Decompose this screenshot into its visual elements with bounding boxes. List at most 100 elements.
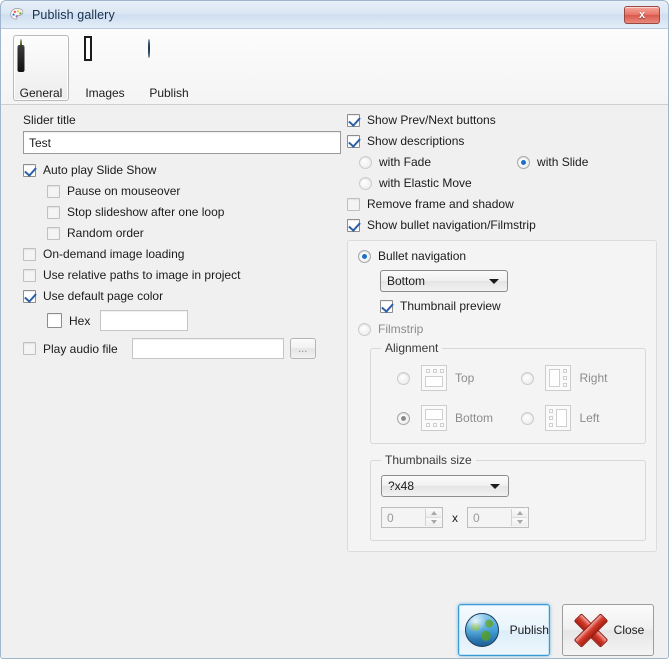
hex-input[interactable] — [100, 310, 189, 331]
remove-frame-row[interactable]: Remove frame and shadow — [347, 197, 657, 211]
publish-button-label: Publish — [509, 623, 549, 637]
play-audio-checkbox[interactable] — [23, 342, 36, 355]
spin-down-icon[interactable] — [426, 518, 441, 526]
thumbnail-preview-checkbox[interactable] — [380, 299, 393, 313]
auto-play-checkbox[interactable] — [23, 163, 36, 177]
tab-general-label: General — [19, 86, 63, 100]
thumb-width-spin-buttons[interactable] — [425, 509, 441, 526]
chevron-down-icon — [489, 279, 499, 284]
show-descriptions-row[interactable]: Show descriptions — [347, 134, 657, 148]
play-audio-row[interactable]: Play audio file ... — [23, 338, 341, 359]
thumb-height-spin-buttons[interactable] — [511, 509, 527, 526]
show-bullet-nav-checkbox[interactable] — [347, 218, 360, 232]
align-bottom-icon — [421, 405, 447, 431]
default-page-color-row[interactable]: Use default page color — [23, 289, 341, 303]
slider-title-input[interactable] — [23, 131, 341, 154]
align-left-option[interactable]: Left — [521, 405, 637, 431]
relative-paths-row[interactable]: Use relative paths to image in project — [23, 268, 341, 282]
spin-up-icon[interactable] — [512, 509, 527, 518]
on-demand-loading-row[interactable]: On-demand image loading — [23, 247, 341, 261]
tab-publish-label: Publish — [149, 86, 189, 100]
stop-after-loop-checkbox[interactable] — [47, 205, 60, 219]
dialog-footer: Publish Close — [1, 602, 668, 658]
pause-mouseover-label: Pause on mouseover — [67, 184, 181, 198]
align-left-radio[interactable] — [521, 411, 535, 425]
bullet-navigation-row[interactable]: Bullet navigation — [358, 249, 646, 263]
thumb-height-value: 0 — [473, 510, 480, 525]
globe-icon — [148, 39, 190, 82]
alignment-title: Alignment — [381, 341, 443, 355]
thumbnail-preview-row[interactable]: Thumbnail preview — [380, 299, 646, 313]
publish-button[interactable]: Publish — [458, 604, 550, 656]
default-page-color-checkbox[interactable] — [23, 289, 36, 303]
publish-gallery-dialog: Publish gallery x General Images Publish… — [0, 0, 669, 659]
align-left-icon — [545, 405, 572, 431]
align-right-radio[interactable] — [521, 371, 535, 385]
pause-mouseover-row[interactable]: Pause on mouseover — [47, 184, 341, 198]
align-bottom-radio[interactable] — [397, 411, 410, 425]
window-close-icon[interactable]: x — [624, 5, 660, 24]
relative-paths-checkbox[interactable] — [23, 268, 36, 282]
filmstrip-label: Filmstrip — [378, 322, 424, 336]
thumb-width-stepper[interactable]: 0 — [381, 507, 443, 528]
show-descriptions-checkbox[interactable] — [347, 134, 360, 148]
align-top-option[interactable]: Top — [397, 365, 521, 391]
align-right-option[interactable]: Right — [521, 365, 637, 391]
dialog-body: Slider title Auto play Slide Show Pause … — [1, 105, 668, 604]
bullet-navigation-radio[interactable] — [358, 249, 371, 263]
align-bottom-option[interactable]: Bottom — [397, 405, 521, 431]
description-effect-row-2[interactable]: with Elastic Move — [359, 176, 657, 190]
show-bullet-nav-row[interactable]: Show bullet navigation/Filmstrip — [347, 218, 657, 232]
random-order-row[interactable]: Random order — [47, 226, 341, 240]
on-demand-loading-checkbox[interactable] — [23, 247, 36, 261]
general-left-column: Slider title Auto play Slide Show Pause … — [23, 113, 341, 359]
thumbnails-size-dropdown[interactable]: ?x48 — [381, 475, 509, 497]
auto-play-label: Auto play Slide Show — [43, 163, 157, 177]
hex-label: Hex — [69, 313, 91, 328]
show-prev-next-checkbox[interactable] — [347, 113, 360, 127]
photo-icon — [84, 36, 126, 82]
thumbnails-size-title: Thumbnails size — [381, 453, 476, 467]
filmstrip-radio[interactable] — [358, 322, 371, 336]
on-demand-loading-label: On-demand image loading — [43, 247, 185, 261]
stop-after-loop-label: Stop slideshow after one loop — [67, 205, 225, 219]
auto-play-row[interactable]: Auto play Slide Show — [23, 163, 341, 177]
tab-general[interactable]: General — [13, 35, 69, 101]
tab-images[interactable]: Images — [77, 35, 133, 101]
tab-publish[interactable]: Publish — [141, 35, 197, 101]
title-bar: Publish gallery x — [1, 1, 668, 29]
close-button[interactable]: Close — [562, 604, 654, 656]
show-descriptions-label: Show descriptions — [367, 134, 465, 148]
with-elastic-move-radio[interactable] — [359, 176, 372, 190]
pause-mouseover-checkbox[interactable] — [47, 184, 60, 198]
browse-audio-button[interactable]: ... — [289, 338, 316, 359]
remove-frame-checkbox[interactable] — [347, 197, 360, 211]
with-fade-radio[interactable] — [359, 155, 372, 169]
with-slide-radio[interactable] — [517, 155, 531, 169]
align-bottom-label: Bottom — [455, 411, 494, 425]
align-left-label: Left — [579, 411, 600, 425]
hex-checkbox[interactable] — [47, 313, 62, 328]
thumbnail-preview-label: Thumbnail preview — [400, 299, 501, 313]
stop-after-loop-row[interactable]: Stop slideshow after one loop — [47, 205, 341, 219]
alignment-groupbox: Alignment Top Right Bottom Left — [370, 341, 646, 444]
dimension-separator: x — [452, 510, 458, 525]
show-prev-next-row[interactable]: Show Prev/Next buttons — [347, 113, 657, 127]
with-slide-label: with Slide — [537, 155, 589, 169]
align-top-radio[interactable] — [397, 371, 410, 385]
bullet-position-value: Bottom — [387, 274, 426, 288]
chevron-down-icon — [490, 484, 500, 489]
spin-down-icon[interactable] — [512, 518, 527, 526]
align-top-icon — [421, 365, 447, 391]
navigation-panel: Bullet navigation Bottom Thumbnail previ… — [347, 240, 657, 552]
random-order-checkbox[interactable] — [47, 226, 60, 240]
thumb-width-value: 0 — [387, 510, 394, 525]
filmstrip-row[interactable]: Filmstrip — [358, 322, 646, 336]
thumb-height-stepper[interactable]: 0 — [467, 507, 529, 528]
spin-up-icon[interactable] — [426, 509, 441, 518]
bullet-position-dropdown[interactable]: Bottom — [380, 270, 508, 292]
hex-row[interactable]: Hex — [47, 310, 341, 331]
audio-path-input[interactable] — [131, 338, 284, 359]
gallery-palette-icon — [9, 7, 25, 23]
remove-frame-label: Remove frame and shadow — [367, 197, 514, 211]
